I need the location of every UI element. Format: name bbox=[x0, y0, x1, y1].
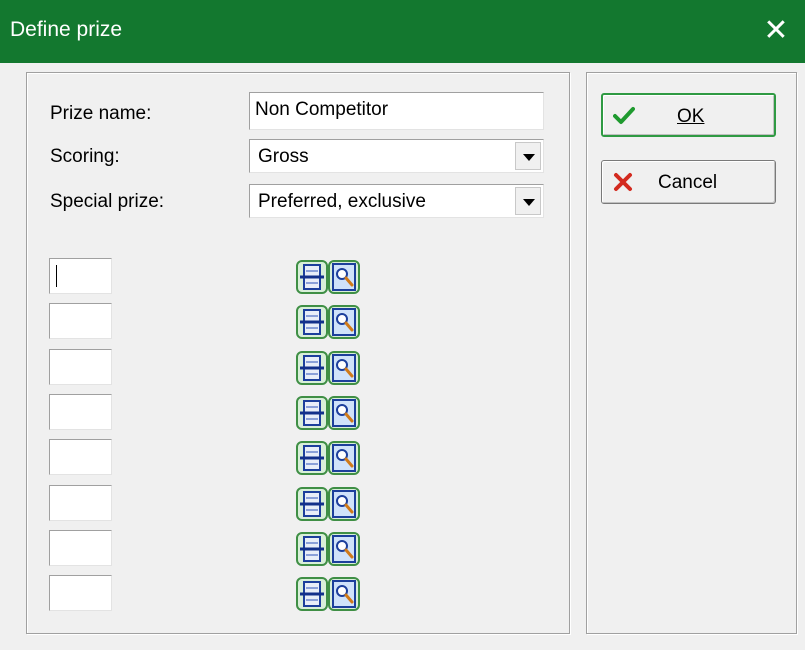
special-prize-label: Special prize: bbox=[50, 191, 165, 212]
row-input-3[interactable] bbox=[49, 349, 112, 385]
cancel-label: Cancel bbox=[658, 172, 718, 193]
row-input-5[interactable] bbox=[49, 439, 112, 475]
row-input-6[interactable] bbox=[49, 485, 112, 521]
row-icon-pair-1 bbox=[296, 260, 360, 294]
list-icon[interactable] bbox=[296, 260, 328, 294]
chevron-down-icon[interactable] bbox=[515, 187, 541, 215]
row-icon-pair-7 bbox=[296, 532, 360, 566]
x-icon bbox=[614, 173, 632, 191]
row-input-8[interactable] bbox=[49, 575, 112, 611]
scoring-selected-value: Gross bbox=[258, 146, 309, 167]
list-icon[interactable] bbox=[296, 487, 328, 521]
scoring-select[interactable]: Gross bbox=[249, 139, 544, 173]
magnifier-icon[interactable] bbox=[328, 351, 360, 385]
prize-name-input[interactable]: Non Competitor bbox=[249, 92, 544, 130]
row-input-4[interactable] bbox=[49, 394, 112, 430]
title-bar: Define prize ✕ bbox=[0, 0, 805, 63]
magnifier-icon[interactable] bbox=[328, 532, 360, 566]
magnifier-icon[interactable] bbox=[328, 441, 360, 475]
row-icon-pair-3 bbox=[296, 351, 360, 385]
scoring-label: Scoring: bbox=[50, 146, 120, 167]
cancel-button[interactable]: Cancel bbox=[601, 160, 776, 204]
special-prize-select[interactable]: Preferred, exclusive bbox=[249, 184, 544, 218]
list-icon[interactable] bbox=[296, 351, 328, 385]
ok-label: OK bbox=[677, 106, 705, 127]
ok-button[interactable]: OK bbox=[601, 93, 776, 137]
prize-name-label: Prize name: bbox=[50, 103, 152, 124]
row-icon-pair-5 bbox=[296, 441, 360, 475]
list-icon[interactable] bbox=[296, 532, 328, 566]
text-caret bbox=[56, 265, 57, 287]
window-title: Define prize bbox=[10, 18, 123, 41]
actions-group bbox=[586, 72, 797, 634]
row-input-2[interactable] bbox=[49, 303, 112, 339]
list-icon[interactable] bbox=[296, 396, 328, 430]
list-icon[interactable] bbox=[296, 305, 328, 339]
magnifier-icon[interactable] bbox=[328, 396, 360, 430]
magnifier-icon[interactable] bbox=[328, 260, 360, 294]
row-input-1[interactable] bbox=[49, 258, 112, 294]
row-icon-pair-6 bbox=[296, 487, 360, 521]
row-icon-pair-4 bbox=[296, 396, 360, 430]
row-input-7[interactable] bbox=[49, 530, 112, 566]
checkmark-icon bbox=[613, 107, 635, 124]
chevron-down-icon[interactable] bbox=[515, 142, 541, 170]
list-icon[interactable] bbox=[296, 441, 328, 475]
list-icon[interactable] bbox=[296, 577, 328, 611]
magnifier-icon[interactable] bbox=[328, 305, 360, 339]
row-icon-pair-8 bbox=[296, 577, 360, 611]
close-icon[interactable]: ✕ bbox=[759, 12, 793, 50]
magnifier-icon[interactable] bbox=[328, 577, 360, 611]
row-icon-pair-2 bbox=[296, 305, 360, 339]
magnifier-icon[interactable] bbox=[328, 487, 360, 521]
special-prize-selected-value: Preferred, exclusive bbox=[258, 191, 426, 212]
